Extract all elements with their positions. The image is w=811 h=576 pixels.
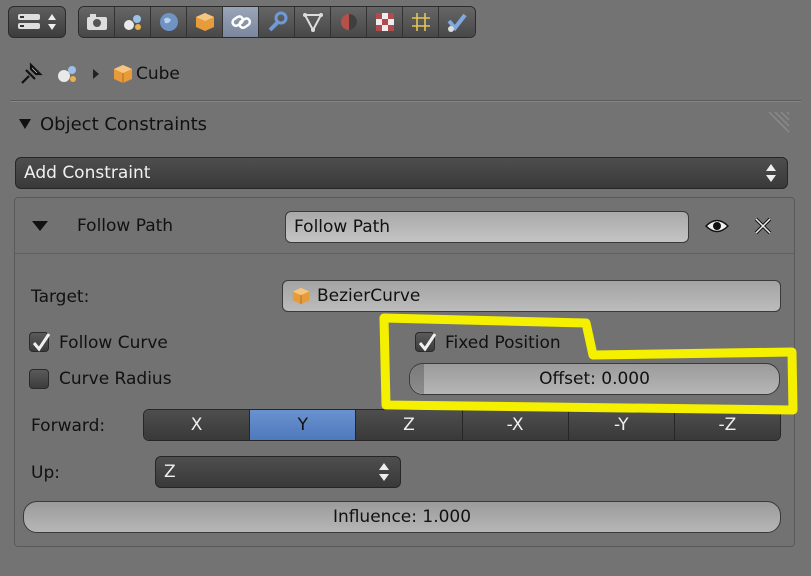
panel-title: Object Constraints (40, 113, 208, 135)
tab-physics[interactable] (439, 7, 475, 37)
panel-header-object-constraints[interactable]: Object Constraints (18, 110, 207, 138)
tab-particles[interactable] (403, 7, 439, 37)
chevron-updown-icon (766, 164, 776, 182)
properties-editor: Cube Object Constraints Add Constraint F… (0, 0, 811, 576)
follow-curve-checkbox[interactable] (29, 332, 51, 352)
tab-world[interactable] (151, 7, 187, 37)
object-icon (292, 287, 310, 305)
target-field[interactable]: BezierCurve (282, 280, 781, 312)
triangle-down-icon (19, 119, 31, 129)
close-icon[interactable] (753, 216, 773, 236)
tab-constraints[interactable] (223, 7, 259, 37)
influence-slider[interactable]: Influence: 1.000 (23, 501, 781, 533)
data-icon (302, 13, 323, 33)
target-value: BezierCurve (317, 286, 421, 306)
checkmark-icon (32, 333, 51, 352)
divider (10, 101, 801, 102)
forward-axis-selector: X Y Z -X -Y -Z (143, 409, 781, 441)
collapse-triangle-icon[interactable] (31, 220, 49, 232)
breadcrumb-object-name: Cube (136, 64, 180, 84)
forward-axis-neg-z[interactable]: -Z (674, 410, 780, 440)
target-label: Target: (31, 287, 90, 307)
properties-editor-icon (18, 14, 40, 29)
physics-icon (447, 13, 467, 32)
properties-toolbar (8, 4, 476, 40)
constraint-name-field[interactable]: Follow Path (285, 211, 689, 243)
properties-tabs (78, 6, 476, 38)
chevron-right-icon (93, 69, 99, 79)
forward-label: Forward: (31, 416, 106, 436)
tab-render[interactable] (79, 7, 115, 37)
forward-axis-y[interactable]: Y (250, 410, 357, 440)
add-constraint-dropdown[interactable]: Add Constraint (15, 157, 788, 189)
constraint-type-label: Follow Path (77, 216, 174, 236)
forward-axis-neg-y[interactable]: -Y (568, 410, 675, 440)
particles-icon (411, 13, 430, 31)
constraints-icon (230, 15, 251, 30)
influence-value: Influence: 1.000 (332, 507, 472, 527)
curve-radius-label: Curve Radius (59, 369, 172, 389)
world-icon (159, 13, 178, 31)
fixed-position-label: Fixed Position (445, 333, 561, 353)
add-constraint-label: Add Constraint (24, 163, 151, 183)
eye-icon[interactable] (705, 218, 729, 234)
object-icon (195, 13, 214, 31)
tab-object[interactable] (187, 7, 223, 37)
tab-material[interactable] (331, 7, 367, 37)
chevron-updown-icon (379, 463, 389, 481)
object-icon (114, 65, 132, 83)
offset-slider-fill (410, 364, 424, 394)
scene-icon (58, 66, 76, 82)
offset-slider[interactable]: Offset: 0.000 (409, 363, 780, 395)
scene-icon (123, 15, 141, 30)
up-label: Up: (31, 463, 60, 483)
material-icon (340, 14, 357, 30)
forward-axis-neg-x[interactable]: -X (462, 410, 569, 440)
forward-axis-z[interactable]: Z (356, 410, 463, 440)
forward-axis-x[interactable]: X (144, 410, 251, 440)
chevron-updown-icon (48, 14, 56, 30)
tab-data[interactable] (295, 7, 331, 37)
render-icon (86, 14, 107, 30)
tab-texture[interactable] (367, 7, 403, 37)
modifiers-icon (268, 11, 287, 32)
checkmark-icon (418, 333, 437, 352)
breadcrumb: Cube (18, 58, 180, 90)
texture-icon (375, 13, 394, 31)
offset-value: Offset: 0.000 (539, 369, 650, 389)
constraint-name-value: Follow Path (294, 217, 391, 237)
constraint-header: Follow Path Follow Path (15, 198, 794, 254)
curve-radius-checkbox[interactable] (29, 369, 49, 389)
tab-scene[interactable] (115, 7, 151, 37)
tab-modifiers[interactable] (259, 7, 295, 37)
constraint-follow-path: Follow Path Follow Path Target: BezierCu… (14, 197, 795, 547)
follow-curve-label: Follow Curve (59, 333, 168, 353)
up-axis-value: Z (164, 462, 176, 482)
pin-icon[interactable] (18, 61, 44, 87)
editor-type-selector[interactable] (8, 6, 66, 38)
up-axis-dropdown[interactable]: Z (155, 456, 401, 488)
fixed-position-checkbox[interactable] (415, 332, 437, 352)
panel-drag-grip-icon[interactable] (765, 108, 793, 136)
